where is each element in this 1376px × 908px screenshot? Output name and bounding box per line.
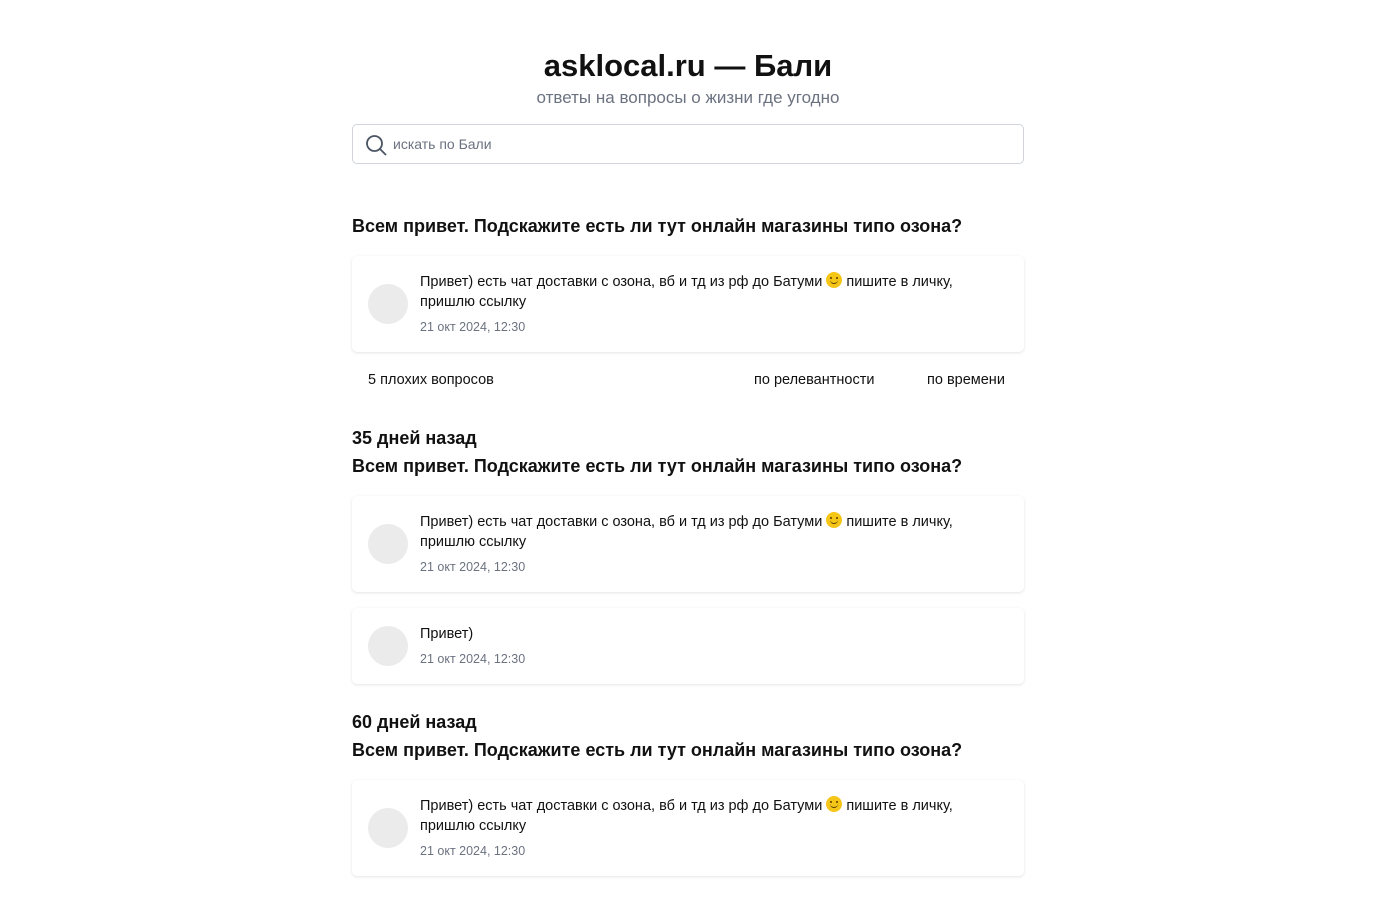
site-title: asklocal.ru — Бали xyxy=(543,48,833,83)
sort-by-time-button[interactable]: по времени xyxy=(927,370,1005,390)
answer-text-part: Привет) есть чат доставки с озона, вб и … xyxy=(420,274,827,290)
search-box[interactable] xyxy=(352,124,1024,164)
answer-time: 21 окт 2024, 12:30 xyxy=(420,560,526,574)
featured-question[interactable]: Всем привет. Подскажите есть ли тут онла… xyxy=(352,214,1024,238)
search-input[interactable] xyxy=(393,125,1013,163)
question-title[interactable]: Всем привет. Подскажите есть ли тут онла… xyxy=(352,454,1024,478)
answer-time: 21 окт 2024, 12:30 xyxy=(420,320,526,334)
smiling-face-emoji-icon xyxy=(826,272,843,288)
answer-text: Привет) xyxy=(420,626,474,642)
page: asklocal.ru — Бали ответы на вопросы о ж… xyxy=(0,0,1376,908)
answer-card[interactable]: Привет) есть чат доставки с озона, вб и … xyxy=(352,496,1024,592)
answer-text: Привет) есть чат доставки с озона, вб и … xyxy=(420,796,1000,836)
smiling-face-emoji-icon xyxy=(826,796,843,812)
answer-text: Привет) есть чат доставки с озона, вб и … xyxy=(420,272,1000,312)
avatar xyxy=(368,626,408,666)
smiling-face-emoji-icon xyxy=(826,512,843,528)
avatar xyxy=(368,524,408,564)
answer-time: 21 окт 2024, 12:30 xyxy=(420,652,526,666)
answer-text-part: Привет) есть чат доставки с озона, вб и … xyxy=(420,514,827,530)
sort-by-relevance-button[interactable]: по релевантности xyxy=(754,370,874,390)
answer-card[interactable]: Привет) 21 окт 2024, 12:30 xyxy=(352,608,1024,684)
answer-text: Привет) есть чат доставки с озона, вб и … xyxy=(420,512,1000,552)
avatar xyxy=(368,808,408,848)
site-subtitle: ответы на вопросы о жизни где угодно xyxy=(536,88,840,107)
answer-card[interactable]: Привет) есть чат доставки с озона, вб и … xyxy=(352,256,1024,352)
group-date: 60 дней назад xyxy=(352,712,477,732)
answer-time: 21 окт 2024, 12:30 xyxy=(420,844,526,858)
answer-text-part: Привет) есть чат доставки с озона, вб и … xyxy=(420,798,827,814)
bad-questions-link[interactable]: 5 плохих вопросов xyxy=(368,370,494,390)
avatar xyxy=(368,284,408,324)
search-icon xyxy=(366,135,387,156)
group-date: 35 дней назад xyxy=(352,428,477,448)
answer-card[interactable]: Привет) есть чат доставки с озона, вб и … xyxy=(352,780,1024,876)
question-title[interactable]: Всем привет. Подскажите есть ли тут онла… xyxy=(352,738,1024,762)
filter-bar: 5 плохих вопросов по релевантности по вр… xyxy=(352,370,1024,390)
